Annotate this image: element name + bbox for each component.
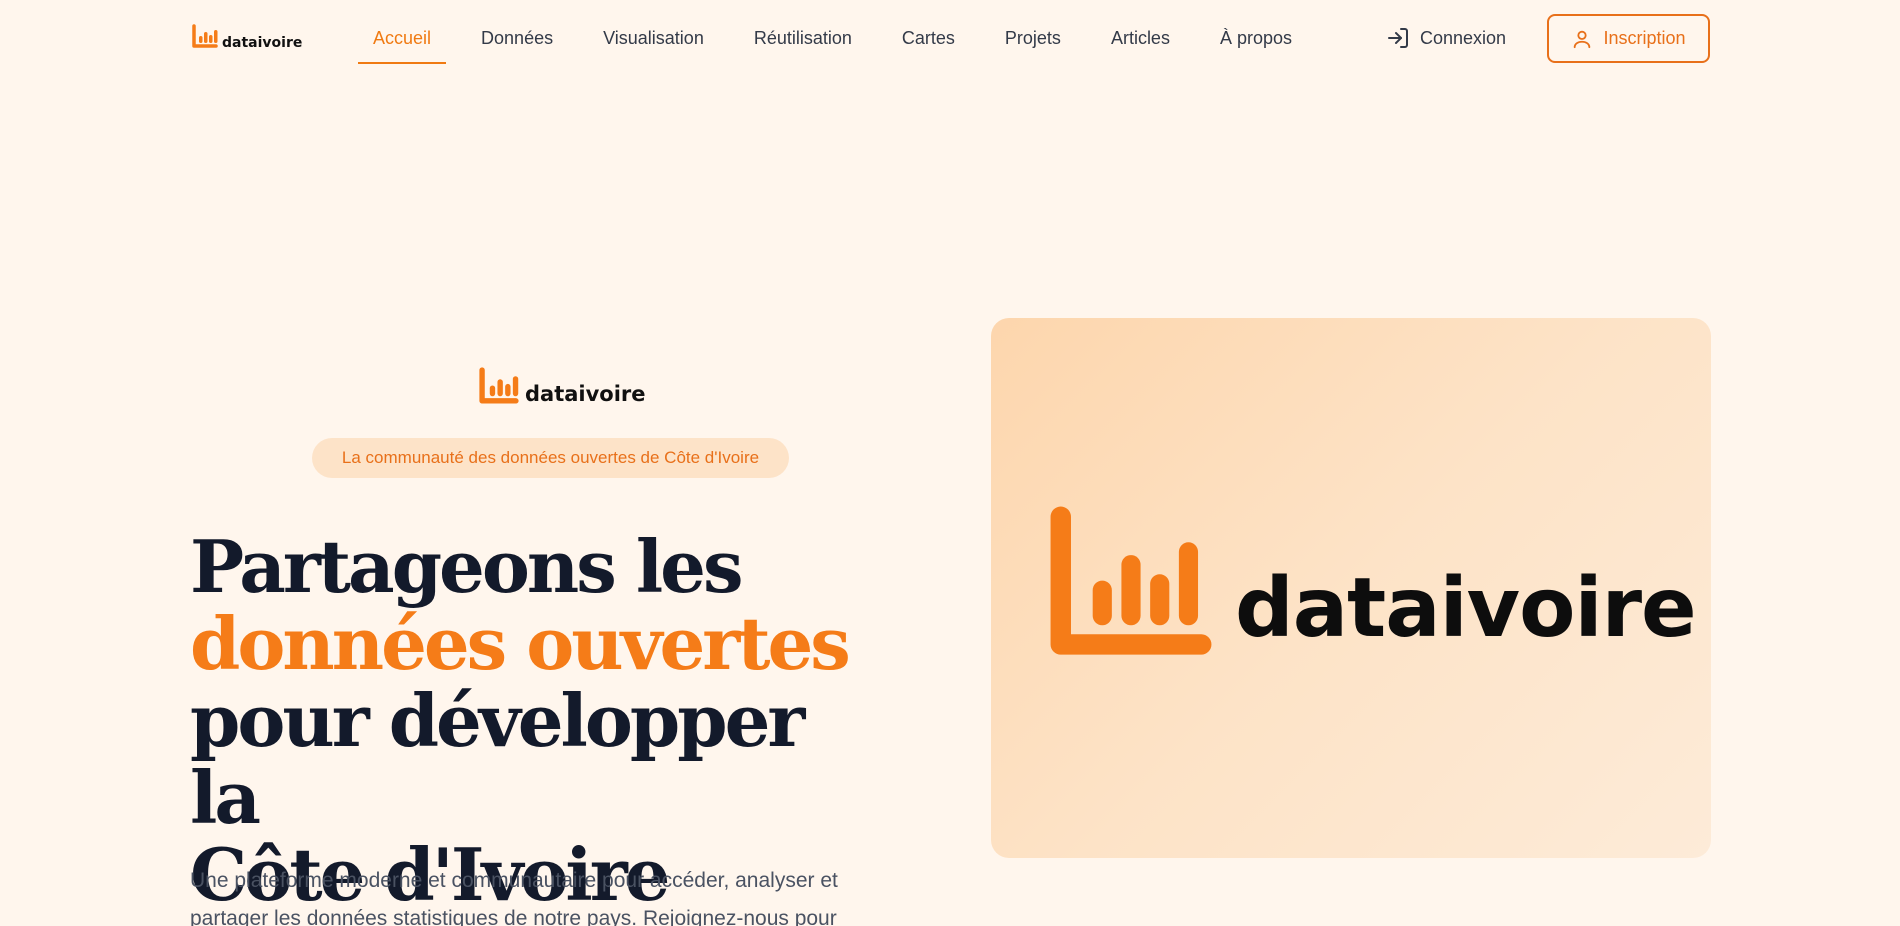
- nav-links: Accueil Données Visualisation Réutilisat…: [358, 26, 1307, 64]
- tagline-badge: La communauté des données ouvertes de Cô…: [312, 438, 789, 478]
- nav-link-reutilisation[interactable]: Réutilisation: [739, 26, 867, 59]
- headline-accent: données ouvertes: [190, 601, 851, 686]
- hero-logo: dataivoire: [477, 367, 646, 407]
- hero-logo-text: dataivoire: [525, 382, 646, 406]
- nav-link-projets[interactable]: Projets: [990, 26, 1076, 59]
- login-arrow-icon: [1388, 28, 1408, 48]
- nav-link-visualisation[interactable]: Visualisation: [588, 26, 719, 59]
- hero-lead: Une plateforme moderne et communautaire …: [190, 869, 838, 926]
- nav-link-accueil[interactable]: Accueil: [358, 26, 447, 64]
- headline-line3: pour développer la: [190, 678, 805, 840]
- card-logo: dataivoire: [1039, 504, 1697, 670]
- user-icon: [1574, 30, 1591, 48]
- logo-chart-icon: [1050, 506, 1212, 655]
- hero-image-card: dataivoire: [991, 318, 1711, 858]
- hero-headline: Partageons les données ouvertes pour dév…: [190, 528, 890, 913]
- headline-line1: Partageons les: [190, 524, 744, 609]
- site-logo[interactable]: dataivoire: [191, 24, 302, 50]
- login-link[interactable]: Connexion: [1386, 26, 1506, 50]
- nav-link-cartes[interactable]: Cartes: [887, 26, 970, 59]
- logo-text: dataivoire: [222, 35, 303, 51]
- logo-chart-icon: [479, 367, 519, 404]
- logo-chart-icon: [192, 24, 218, 48]
- signup-label: Inscription: [1603, 28, 1686, 48]
- login-label: Connexion: [1420, 27, 1507, 48]
- nav-link-a-propos[interactable]: À propos: [1205, 26, 1307, 59]
- nav-link-donnees[interactable]: Données: [466, 26, 568, 59]
- card-logo-text: dataivoire: [1235, 561, 1697, 656]
- signup-button[interactable]: Inscription: [1547, 14, 1710, 63]
- nav-link-articles[interactable]: Articles: [1096, 26, 1185, 59]
- top-navbar: dataivoire Accueil Données Visualisation…: [0, 0, 1900, 78]
